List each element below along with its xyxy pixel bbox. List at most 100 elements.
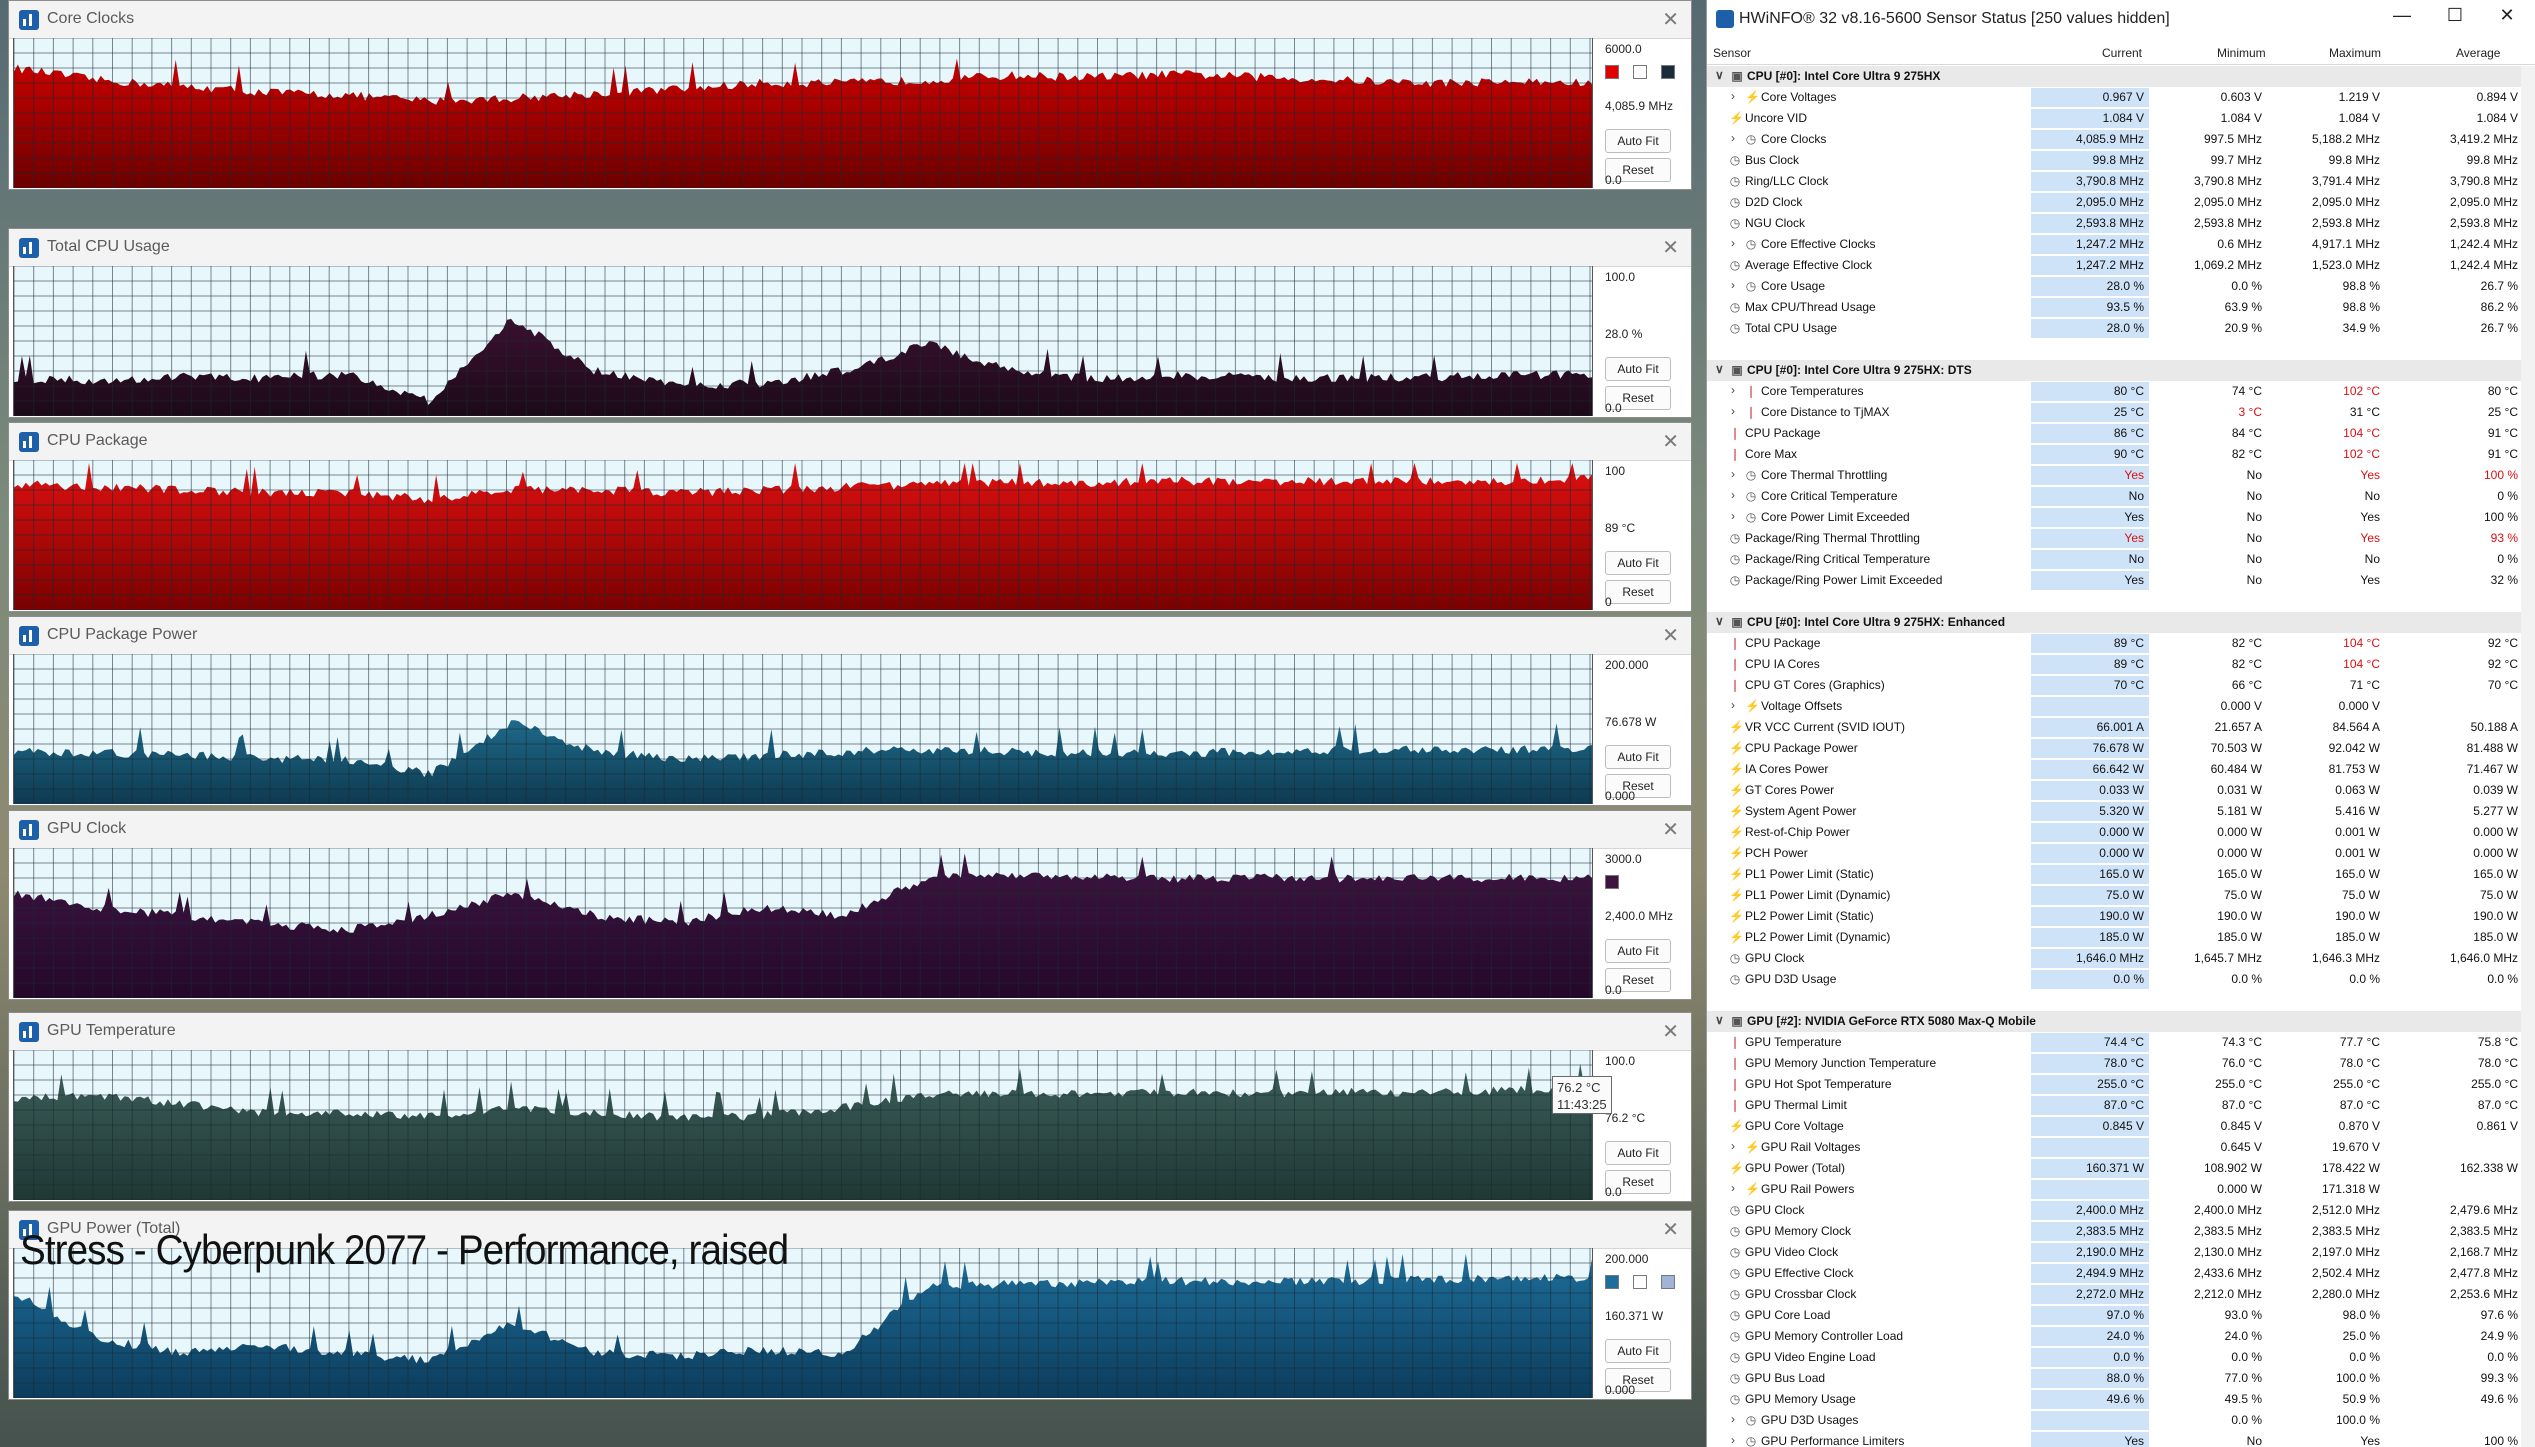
column-maximum[interactable]: Maximum [2329,46,2381,60]
sensor-row[interactable]: › ◷ GPU D3D Usages 0.0 % 100.0 % [1707,1410,2522,1431]
graph-window[interactable]: GPU Clock ✕ 3000.0 2,400.0 MHz Auto Fit … [8,810,1692,1000]
sensor-row[interactable]: ❘ GPU Temperature 74.4 °C 74.3 °C 77.7 °C 75.… [1707,1032,2522,1053]
graph-titlebar[interactable]: CPU Package Power ✕ [9,617,1691,655]
sensor-row[interactable]: ⚡ Rest-of-Chip Power 0.000 W 0.000 W 0.001 W… [1707,822,2522,843]
auto-fit-button[interactable]: Auto Fit [1605,1141,1671,1165]
sensor-row[interactable]: ◷ GPU Video Clock 2,190.0 MHz 2,130.0 MHz 2,… [1707,1242,2522,1263]
sensor-row[interactable]: ❘ GPU Hot Spot Temperature 255.0 °C 255.0 °… [1707,1074,2522,1095]
color-swatch[interactable] [1605,1275,1619,1289]
sensor-row[interactable]: › ◷ Core Thermal Throttling Yes No Yes 100 % [1707,465,2522,486]
column-minimum[interactable]: Minimum [2217,46,2266,60]
chevron-right-icon[interactable]: › [1731,1412,1735,1426]
color-swatch[interactable] [1633,1275,1647,1289]
chevron-right-icon[interactable]: › [1731,698,1735,712]
sensor-row[interactable]: ⚡ PL2 Power Limit (Dynamic) 185.0 W 185.0 W… [1707,927,2522,948]
sensor-row[interactable]: › ⚡ Core Voltages 0.967 V 0.603 V 1.219 V 0.89… [1707,87,2522,108]
chevron-right-icon[interactable]: › [1731,383,1735,397]
sensor-row[interactable]: › ❘ Core Distance to TjMAX 25 °C 3 °C 31 °C 25… [1707,402,2522,423]
sensor-row[interactable]: ⚡ IA Cores Power 66.642 W 60.484 W 81.753 W 7… [1707,759,2522,780]
sensor-row[interactable]: ❘ CPU Package 89 °C 82 °C 104 °C 92 °C [1707,633,2522,654]
color-swatch[interactable] [1605,875,1619,889]
column-sensor[interactable]: Sensor [1713,46,1751,60]
auto-fit-button[interactable]: Auto Fit [1605,1339,1671,1363]
auto-fit-button[interactable]: Auto Fit [1605,939,1671,963]
graph-titlebar[interactable]: Total CPU Usage ✕ [9,229,1691,267]
sensor-row[interactable]: ◷ GPU Effective Clock 2,494.9 MHz 2,433.6 M… [1707,1263,2522,1284]
sensor-row[interactable]: ◷ NGU Clock 2,593.8 MHz 2,593.8 MHz 2,593.8 … [1707,213,2522,234]
chevron-right-icon[interactable]: › [1731,488,1735,502]
graph-titlebar[interactable]: CPU Package ✕ [9,423,1691,461]
sensor-row[interactable]: ❘ CPU GT Cores (Graphics) 70 °C 66 °C 71 °C 7… [1707,675,2522,696]
sensor-row[interactable]: › ◷ Core Usage 28.0 % 0.0 % 98.8 % 26.7 % [1707,276,2522,297]
close-button[interactable]: ✕ [2487,5,2527,26]
graph-titlebar[interactable]: GPU Clock ✕ [9,811,1691,849]
sensor-row[interactable]: › ⚡ GPU Rail Voltages 0.645 V 19.670 V [1707,1137,2522,1158]
chevron-right-icon[interactable]: › [1731,509,1735,523]
graph-titlebar[interactable]: GPU Temperature ✕ [9,1013,1691,1051]
minimize-button[interactable]: — [2382,5,2422,26]
chevron-down-icon[interactable]: ∨ [1715,362,1724,376]
sensor-row[interactable]: ❘ GPU Thermal Limit 87.0 °C 87.0 °C 87.0 °C 8… [1707,1095,2522,1116]
sensor-group-header[interactable]: ∨ ▣ CPU [#0]: Intel Core Ultra 9 275HX [1707,66,2522,87]
close-icon[interactable]: ✕ [1662,235,1679,260]
sensor-row[interactable]: ❘ CPU IA Cores 89 °C 82 °C 104 °C 92 °C [1707,654,2522,675]
sensor-row[interactable]: ⚡ VR VCC Current (SVID IOUT) 66.001 A 21.65… [1707,717,2522,738]
graph-window[interactable]: CPU Package ✕ 100 89 °C Auto Fit Reset 0 [8,422,1692,612]
close-icon[interactable]: ✕ [1662,817,1679,842]
color-swatch[interactable] [1605,65,1619,79]
sensor-row[interactable]: ◷ GPU Bus Load 88.0 % 77.0 % 100.0 % 99.3 % [1707,1368,2522,1389]
close-icon[interactable]: ✕ [1662,429,1679,454]
graph-window[interactable]: CPU Package Power ✕ 200.000 76.678 W Aut… [8,616,1692,806]
sensor-row[interactable]: › ⚡ Voltage Offsets 0.000 V 0.000 V [1707,696,2522,717]
chevron-right-icon[interactable]: › [1731,467,1735,481]
sensor-row[interactable]: › ◷ Core Power Limit Exceeded Yes No Yes 100 % [1707,507,2522,528]
sensor-row[interactable]: ⚡ CPU Package Power 76.678 W 70.503 W 92.042… [1707,738,2522,759]
sensor-row[interactable]: ⚡ PL2 Power Limit (Static) 190.0 W 190.0 W 1… [1707,906,2522,927]
sensor-row[interactable]: ⚡ GPU Core Voltage 0.845 V 0.845 V 0.870 V 0.… [1707,1116,2522,1137]
sensor-row[interactable]: ◷ Bus Clock 99.8 MHz 99.7 MHz 99.8 MHz 99.8 M… [1707,150,2522,171]
sensor-group-header[interactable]: ∨ ▣ CPU [#0]: Intel Core Ultra 9 275HX: … [1707,360,2522,381]
chevron-right-icon[interactable]: › [1731,1139,1735,1153]
chevron-right-icon[interactable]: › [1731,1433,1735,1447]
sensor-row[interactable]: ◷ GPU Memory Usage 49.6 % 49.5 % 50.9 % 49.6 … [1707,1389,2522,1410]
sensor-row[interactable]: ◷ GPU Crossbar Clock 2,272.0 MHz 2,212.0 MH… [1707,1284,2522,1305]
sensor-row[interactable]: › ◷ Core Clocks 4,085.9 MHz 997.5 MHz 5,188.2… [1707,129,2522,150]
chevron-down-icon[interactable]: ∨ [1715,614,1724,628]
graph-window[interactable]: Total CPU Usage ✕ 100.0 28.0 % Auto Fit … [8,228,1692,418]
chevron-down-icon[interactable]: ∨ [1715,68,1724,82]
auto-fit-button[interactable]: Auto Fit [1605,551,1671,575]
auto-fit-button[interactable]: Auto Fit [1605,745,1671,769]
sensor-row[interactable]: ◷ Package/Ring Power Limit Exceeded Yes No Y… [1707,570,2522,591]
chevron-down-icon[interactable]: ∨ [1715,1013,1724,1027]
chevron-right-icon[interactable]: › [1731,404,1735,418]
sensor-row[interactable]: ◷ Ring/LLC Clock 3,790.8 MHz 3,790.8 MHz 3,7… [1707,171,2522,192]
sensor-row[interactable]: ⚡ System Agent Power 5.320 W 5.181 W 5.416 W… [1707,801,2522,822]
close-icon[interactable]: ✕ [1662,623,1679,648]
auto-fit-button[interactable]: Auto Fit [1605,129,1671,153]
sensor-row[interactable]: ◷ Average Effective Clock 1,247.2 MHz 1,069… [1707,255,2522,276]
sensor-row[interactable]: ❘ Core Max 90 °C 82 °C 102 °C 91 °C [1707,444,2522,465]
hwinfo-titlebar[interactable]: HWiNFO® 32 v8.16-5600 Sensor Status [250… [1707,0,2535,38]
chevron-right-icon[interactable]: › [1731,131,1735,145]
sensor-group-header[interactable]: ∨ ▣ CPU [#0]: Intel Core Ultra 9 275HX: … [1707,612,2522,633]
sensor-row[interactable]: ◷ Package/Ring Thermal Throttling Yes No Yes… [1707,528,2522,549]
sensor-row[interactable]: ◷ GPU Video Engine Load 0.0 % 0.0 % 0.0 % 0.0… [1707,1347,2522,1368]
sensor-row[interactable]: ◷ GPU D3D Usage 0.0 % 0.0 % 0.0 % 0.0 % [1707,969,2522,990]
sensor-row[interactable]: ◷ Total CPU Usage 28.0 % 20.9 % 34.9 % 26.7 % [1707,318,2522,339]
chevron-right-icon[interactable]: › [1731,1181,1735,1195]
sensor-row[interactable]: ❘ CPU Package 86 °C 84 °C 104 °C 91 °C [1707,423,2522,444]
color-swatch[interactable] [1661,65,1675,79]
sensor-row[interactable]: › ◷ Core Effective Clocks 1,247.2 MHz 0.6 MH… [1707,234,2522,255]
auto-fit-button[interactable]: Auto Fit [1605,357,1671,381]
vertical-scrollbar[interactable] [2521,66,2535,1447]
sensor-row[interactable]: ◷ Max CPU/Thread Usage 93.5 % 63.9 % 98.8 % 8… [1707,297,2522,318]
sensor-row[interactable]: › ❘ Core Temperatures 80 °C 74 °C 102 °C 80 °C [1707,381,2522,402]
close-icon[interactable]: ✕ [1662,1019,1679,1044]
sensor-row[interactable]: ◷ GPU Memory Clock 2,383.5 MHz 2,383.5 MHz 2… [1707,1221,2522,1242]
graph-titlebar[interactable]: Core Clocks ✕ [9,1,1691,39]
sensor-row[interactable]: ⚡ GPU Power (Total) 160.371 W 108.902 W 178.… [1707,1158,2522,1179]
sensor-row[interactable]: › ⚡ GPU Rail Powers 0.000 W 171.318 W [1707,1179,2522,1200]
sensor-row[interactable]: ❘ GPU Memory Junction Temperature 78.0 °C 7… [1707,1053,2522,1074]
sensor-row[interactable]: ◷ GPU Clock 1,646.0 MHz 1,645.7 MHz 1,646.3 … [1707,948,2522,969]
sensor-row[interactable]: ⚡ PCH Power 0.000 W 0.000 W 0.001 W 0.000 W [1707,843,2522,864]
